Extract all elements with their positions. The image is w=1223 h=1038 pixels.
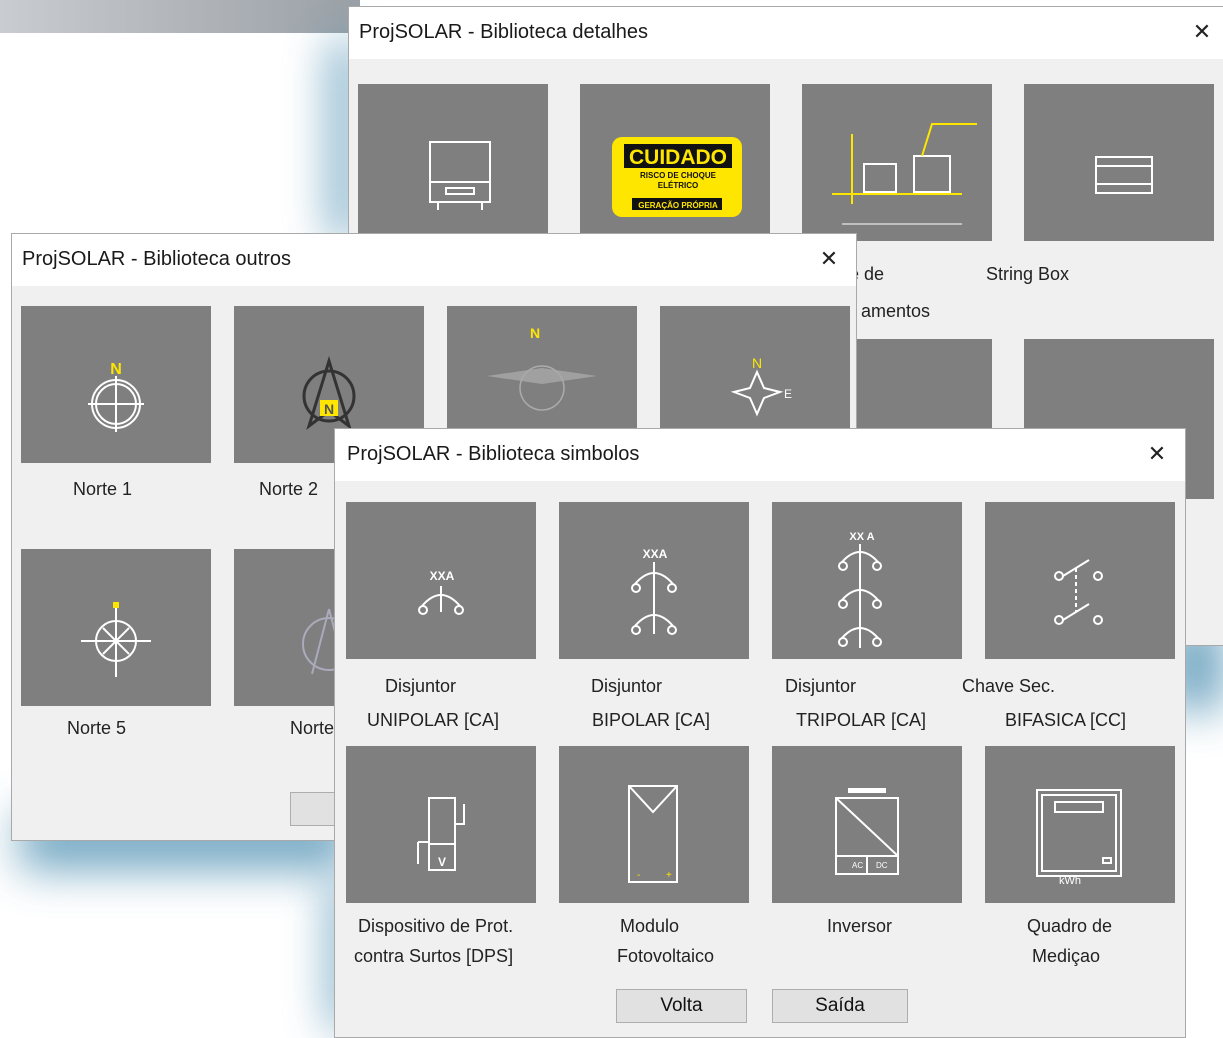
north-letter: N [324,401,334,417]
detail-tile-warning-sign[interactable]: CUIDADO RISCO DE CHOQUE ELÉTRICO GERAÇÃO… [580,84,770,241]
sign-line1: RISCO DE CHOQUE [640,171,717,180]
east-letter: E [784,387,792,401]
symbol-tile-disjuntor-unipolar[interactable]: XXA [346,502,536,659]
detalhes-title: ProjSOLAR - Biblioteca detalhes [359,21,649,43]
symbol-label-line1: Disjuntor [385,676,457,696]
outros-titlebar[interactable]: ProjSOLAR - Biblioteca outros ✕ [12,234,856,286]
dps-symbol: V [438,855,446,869]
background-window-titlebar [0,0,360,33]
symbol-label-line2: BIFASICA [CC] [1005,710,1127,730]
svg-text:-: - [637,870,640,881]
volta-button[interactable]: Volta [616,989,747,1023]
simbolos-titlebar[interactable]: ProjSOLAR - Biblioteca simbolos ✕ [335,429,1185,481]
breaker-rating: XXA [430,569,455,583]
sign-title: CUIDADO [629,146,727,169]
close-icon[interactable]: ✕ [818,248,840,270]
symbol-label-line2: BIPOLAR [CA] [592,710,711,730]
symbol-label-line1: Disjuntor [785,676,857,696]
simbolos-window: ProjSOLAR - Biblioteca simbolos ✕ XXA XX… [334,428,1186,1038]
outros-tile-norte-1[interactable]: N [21,306,211,463]
detail-label-partial: amentos [861,301,931,321]
north-letter: N [530,325,540,341]
symbol-label-line2: contra Surtos [DPS] [354,946,514,966]
breaker-rating: XXA [643,547,668,561]
outros-tile-norte-5[interactable] [21,549,211,706]
outros-label-norte-1: Norte 1 [73,479,133,499]
detail-tile-inverter[interactable] [358,84,548,241]
symbol-tile-disjuntor-tripolar[interactable]: XX A [772,502,962,659]
close-icon[interactable]: ✕ [1191,21,1213,43]
north-letter: N [110,361,122,378]
symbol-tile-chave-sec[interactable] [985,502,1175,659]
symbol-label-line1: Chave Sec. [962,676,1056,696]
outros-title: ProjSOLAR - Biblioteca outros [22,248,292,270]
symbol-label-line1: Dispositivo de Prot. [358,916,514,936]
ac-label: AC [852,861,863,870]
sign-line3: GERAÇÃO PRÓPRIA [638,201,718,210]
symbol-label-line2: Mediçao [1032,946,1101,966]
kwh-label: kWh [1059,875,1081,887]
detail-tile-string-box[interactable] [1024,84,1214,241]
detail-tile-installation[interactable] [802,84,992,241]
close-icon[interactable]: ✕ [1146,443,1168,465]
symbol-label-line1: Modulo [620,916,680,936]
symbol-label-line2: TRIPOLAR [CA] [796,710,927,730]
symbol-label-line1: Quadro de [1027,916,1113,936]
sign-line2: ELÉTRICO [658,181,698,190]
symbol-tile-modulo[interactable]: - + [559,746,749,903]
svg-text:+: + [666,870,672,881]
symbol-tile-dps[interactable]: V [346,746,536,903]
dc-label: DC [876,861,888,870]
north-letter: N [752,355,762,371]
outros-label-norte-2: Norte 2 [259,479,319,499]
detalhes-titlebar[interactable]: ProjSOLAR - Biblioteca detalhes ✕ [349,7,1223,59]
symbol-label-line1: Disjuntor [591,676,663,696]
detail-label-string-box: String Box [986,264,1070,284]
symbol-tile-inversor[interactable]: AC DC [772,746,962,903]
symbol-tile-quadro[interactable]: kWh [985,746,1175,903]
symbol-label-line2: UNIPOLAR [CA] [367,710,500,730]
simbolos-title: ProjSOLAR - Biblioteca simbolos [347,443,640,465]
breaker-rating: XX A [849,531,874,543]
outros-label-norte: Norte [290,718,335,738]
outros-label-norte-5: Norte 5 [67,718,127,738]
saida-button[interactable]: Saída [772,989,908,1023]
symbol-label-line2: Fotovoltaico [617,946,715,966]
symbol-label-line1: Inversor [827,916,893,936]
symbol-tile-disjuntor-bipolar[interactable]: XXA [559,502,749,659]
